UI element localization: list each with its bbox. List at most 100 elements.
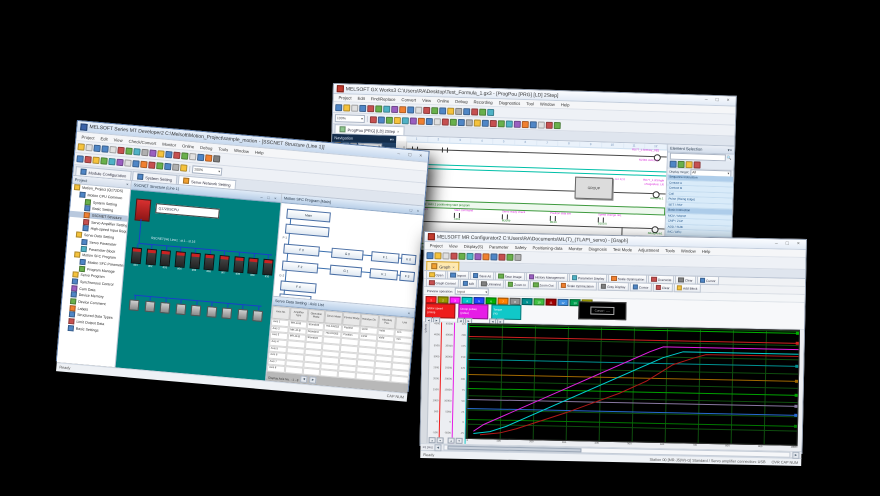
gx-toolbar-icon[interactable]	[466, 119, 473, 126]
mt-toolbar-icon[interactable]	[173, 152, 181, 160]
mt-toolbar-icon[interactable]	[148, 161, 156, 169]
mr-close-button[interactable]: ×	[794, 242, 803, 247]
gx-toolbar-icon[interactable]	[487, 108, 494, 115]
gx-toolbar-icon[interactable]	[442, 118, 449, 125]
gx-menu-item[interactable]: Debug	[452, 99, 470, 105]
ladder-cell[interactable]: Speed change req. D100.0	[598, 213, 644, 227]
gx-toolbar-icon[interactable]	[391, 105, 398, 112]
gx-toolbar-icon[interactable]	[447, 107, 454, 114]
mr-toolbar-icon[interactable]	[482, 253, 489, 260]
mt-toolbar-icon[interactable]	[108, 158, 116, 166]
mt-toolbar-icon[interactable]	[116, 159, 124, 167]
mt-menu-item[interactable]: Monitor	[159, 141, 179, 148]
close-icon[interactable]: ×	[730, 147, 732, 152]
waveform-plot[interactable]	[466, 323, 800, 446]
scroll-right-button[interactable]: ▶	[792, 451, 799, 458]
contact-symbol[interactable]	[442, 147, 448, 152]
gx-zoom-dropdown[interactable]: 100%▾	[335, 114, 365, 123]
servo-motor[interactable]	[206, 302, 217, 318]
sfc-step-box[interactable]: K 0	[401, 254, 417, 265]
gx-toolbar-icon[interactable]	[386, 116, 393, 123]
sscnet-canvas[interactable]: Q172DSCPU SSCNET(/H) Line1 : st.1 - st.1…	[116, 190, 281, 380]
mt-toolbar-icon[interactable]	[77, 143, 85, 151]
gx-minimize-button[interactable]: –	[702, 98, 711, 103]
mr-toolbar-icon[interactable]	[506, 254, 513, 261]
mt-toolbar-icon[interactable]	[172, 163, 180, 171]
mr-toolbar-icon[interactable]	[426, 252, 433, 259]
gx-toolbar-icon[interactable]	[434, 118, 441, 125]
sfc-step-box[interactable]: F 4	[280, 280, 317, 293]
mr-menu-item[interactable]: Positioning-data	[529, 245, 565, 251]
gx-menu-item[interactable]: Window	[537, 101, 558, 107]
servo-motor[interactable]	[129, 295, 140, 311]
mt-toolbar-icon[interactable]	[84, 156, 92, 164]
close-icon[interactable]: ×	[405, 310, 412, 316]
mt-menu-item[interactable]: Tools	[215, 146, 231, 152]
mt-menu-item[interactable]: Project	[78, 134, 97, 141]
mt-menu-item[interactable]: Help	[252, 149, 267, 155]
mt-close-button[interactable]: ×	[416, 153, 425, 159]
mr-menu-item[interactable]: Parameter	[486, 244, 512, 250]
mt-toolbar-icon[interactable]	[165, 151, 173, 159]
group-function-block[interactable]: GROUP	[574, 177, 613, 200]
mr-toolbar-icon[interactable]	[498, 254, 505, 261]
mr-menu-item[interactable]: Display(S)	[461, 244, 486, 250]
mt-toolbar-icon[interactable]	[93, 145, 101, 153]
sfc-step-box[interactable]: G 1	[329, 265, 362, 278]
gx-toolbar-icon[interactable]	[506, 120, 513, 127]
mr-menu-item[interactable]: Diagnosis	[585, 246, 609, 252]
mr-toolbar-icon[interactable]	[474, 253, 481, 260]
mt-toolbar-icon[interactable]	[197, 154, 205, 162]
close-icon[interactable]: ×	[126, 182, 129, 187]
preview-operation-dropdown[interactable]: Input▾	[455, 288, 489, 296]
graph-tool-button[interactable]: Clear	[652, 283, 672, 292]
gx-toolbar-icon[interactable]	[375, 105, 382, 112]
graph-tool-button[interactable]: MR	[459, 279, 477, 288]
sfc-step-box[interactable]: F 2	[282, 260, 319, 273]
axis-spin[interactable]: ▲	[429, 437, 436, 443]
graph-tool-button[interactable]: Zoom Out	[530, 280, 557, 289]
mt-menu-item[interactable]: Window	[231, 147, 252, 154]
servo-motor[interactable]	[221, 303, 232, 319]
sfc-step-box[interactable]: F 1	[371, 251, 400, 263]
gx-toolbar-icon[interactable]	[479, 108, 486, 115]
servo-motor[interactable]	[237, 305, 248, 321]
gx-toolbar-icon[interactable]	[450, 118, 457, 125]
mr-toolbar-icon[interactable]	[434, 252, 441, 259]
element-toolbar-icon[interactable]	[670, 160, 677, 167]
mt-toolbar-icon[interactable]	[181, 152, 189, 160]
gx-menu-item[interactable]: View	[419, 98, 434, 103]
mt-zoom-dropdown[interactable]: 100%▾	[192, 165, 223, 176]
servo-motor[interactable]	[190, 301, 201, 317]
gx-toolbar-icon[interactable]	[367, 105, 374, 112]
element-toolbar-icon[interactable]	[678, 160, 685, 167]
close-icon[interactable]: ×	[272, 195, 279, 201]
channel-chip[interactable]: 9	[521, 298, 532, 305]
mt-toolbar-icon[interactable]	[117, 147, 125, 155]
graph-tool-button[interactable]: Add Block	[673, 283, 700, 292]
mt-toolbar-icon[interactable]	[213, 155, 221, 163]
mr-menu-item[interactable]: Tools	[662, 248, 678, 253]
servo-motor[interactable]	[144, 297, 155, 313]
servo-motor[interactable]	[159, 298, 170, 314]
next-axis-button[interactable]: ▶	[309, 376, 317, 384]
sfc-canvas[interactable]: F-1 G-2 Main	[273, 203, 423, 308]
gx-toolbar-icon[interactable]	[554, 121, 561, 128]
channel-chip[interactable]: 10	[533, 298, 544, 305]
gx-toolbar-icon[interactable]	[474, 119, 481, 126]
gx-toolbar-icon[interactable]	[426, 117, 433, 124]
close-icon[interactable]: ×	[414, 207, 421, 213]
mt-menu-item[interactable]: Online	[179, 143, 197, 150]
mr-menu-item[interactable]: Safety	[512, 245, 530, 250]
servo-amplifier[interactable]: d07	[218, 251, 230, 275]
mt-toolbar-icon[interactable]	[156, 162, 164, 170]
element-toolbar-icon[interactable]	[686, 161, 693, 168]
mt-toolbar-icon[interactable]	[101, 145, 109, 153]
gx-toolbar-icon[interactable]	[343, 104, 350, 111]
gx-toolbar-icon[interactable]	[546, 121, 553, 128]
close-icon[interactable]: ×	[452, 264, 454, 269]
mr-tab-graph[interactable]: Graph ×	[426, 261, 460, 271]
mr-toolbar-icon[interactable]	[466, 253, 473, 260]
mt-toolbar-icon[interactable]	[149, 149, 157, 157]
ladder-cell[interactable]: Start command X101	[454, 209, 500, 223]
